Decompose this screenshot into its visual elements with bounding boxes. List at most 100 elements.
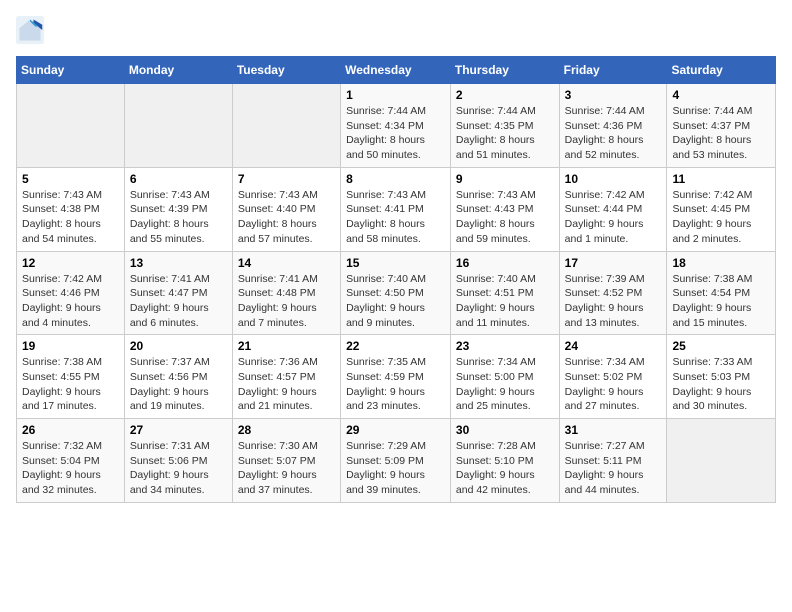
day-number: 24	[565, 339, 662, 353]
day-number: 20	[130, 339, 227, 353]
day-info: Sunrise: 7:42 AM Sunset: 4:46 PM Dayligh…	[22, 273, 102, 329]
calendar-cell: 26 Sunrise: 7:32 AM Sunset: 5:04 PM Dayli…	[17, 419, 125, 503]
day-number: 25	[672, 339, 770, 353]
day-info: Sunrise: 7:35 AM Sunset: 4:59 PM Dayligh…	[346, 356, 426, 412]
day-number: 16	[456, 256, 554, 270]
day-number: 19	[22, 339, 119, 353]
calendar-cell: 10 Sunrise: 7:42 AM Sunset: 4:44 PM Dayli…	[559, 167, 667, 251]
day-number: 17	[565, 256, 662, 270]
day-info: Sunrise: 7:38 AM Sunset: 4:55 PM Dayligh…	[22, 356, 102, 412]
day-info: Sunrise: 7:44 AM Sunset: 4:36 PM Dayligh…	[565, 105, 645, 161]
day-number: 6	[130, 172, 227, 186]
calendar-cell: 7Sunrise: 7:43 AM Sunset: 4:40 PM Daylig…	[232, 167, 340, 251]
page-header	[16, 16, 776, 44]
day-number: 28	[238, 423, 335, 437]
day-info: Sunrise: 7:42 AM Sunset: 4:44 PM Dayligh…	[565, 189, 645, 245]
day-number: 31	[565, 423, 662, 437]
calendar-week-row: 26 Sunrise: 7:32 AM Sunset: 5:04 PM Dayli…	[17, 419, 776, 503]
day-info: Sunrise: 7:34 AM Sunset: 5:02 PM Dayligh…	[565, 356, 645, 412]
day-info: Sunrise: 7:43 AM Sunset: 4:38 PM Dayligh…	[22, 189, 102, 245]
day-info: Sunrise: 7:44 AM Sunset: 4:35 PM Dayligh…	[456, 105, 536, 161]
day-info: Sunrise: 7:39 AM Sunset: 4:52 PM Dayligh…	[565, 273, 645, 329]
calendar-cell: 4 Sunrise: 7:44 AM Sunset: 4:37 PM Daylig…	[667, 84, 776, 168]
day-number: 10	[565, 172, 662, 186]
calendar-week-row: 5 Sunrise: 7:43 AM Sunset: 4:38 PM Daylig…	[17, 167, 776, 251]
weekday-header: Saturday	[667, 57, 776, 84]
day-number: 5	[22, 172, 119, 186]
weekday-header: Friday	[559, 57, 667, 84]
day-info: Sunrise: 7:28 AM Sunset: 5:10 PM Dayligh…	[456, 440, 536, 496]
day-info: Sunrise: 7:29 AM Sunset: 5:09 PM Dayligh…	[346, 440, 426, 496]
day-info: Sunrise: 7:32 AM Sunset: 5:04 PM Dayligh…	[22, 440, 102, 496]
day-number: 2	[456, 88, 554, 102]
calendar-cell: 2 Sunrise: 7:44 AM Sunset: 4:35 PM Daylig…	[450, 84, 559, 168]
weekday-header: Sunday	[17, 57, 125, 84]
calendar-cell: 21Sunrise: 7:36 AM Sunset: 4:57 PM Dayli…	[232, 335, 340, 419]
calendar-cell: 3 Sunrise: 7:44 AM Sunset: 4:36 PM Daylig…	[559, 84, 667, 168]
day-number: 26	[22, 423, 119, 437]
calendar-cell: 5 Sunrise: 7:43 AM Sunset: 4:38 PM Daylig…	[17, 167, 125, 251]
day-info: Sunrise: 7:43 AM Sunset: 4:40 PM Dayligh…	[238, 189, 318, 245]
calendar-cell: 13Sunrise: 7:41 AM Sunset: 4:47 PM Dayli…	[124, 251, 232, 335]
day-info: Sunrise: 7:44 AM Sunset: 4:34 PM Dayligh…	[346, 105, 426, 161]
day-info: Sunrise: 7:43 AM Sunset: 4:41 PM Dayligh…	[346, 189, 426, 245]
calendar-week-row: 19 Sunrise: 7:38 AM Sunset: 4:55 PM Dayli…	[17, 335, 776, 419]
day-number: 30	[456, 423, 554, 437]
calendar-cell: 24 Sunrise: 7:34 AM Sunset: 5:02 PM Dayli…	[559, 335, 667, 419]
calendar-cell: 27 Sunrise: 7:31 AM Sunset: 5:06 PM Dayli…	[124, 419, 232, 503]
calendar-cell: 22Sunrise: 7:35 AM Sunset: 4:59 PM Dayli…	[341, 335, 451, 419]
calendar-cell	[124, 84, 232, 168]
day-info: Sunrise: 7:40 AM Sunset: 4:51 PM Dayligh…	[456, 273, 536, 329]
weekday-header: Monday	[124, 57, 232, 84]
calendar-table: SundayMondayTuesdayWednesdayThursdayFrid…	[16, 56, 776, 503]
calendar-cell: 9 Sunrise: 7:43 AM Sunset: 4:43 PM Daylig…	[450, 167, 559, 251]
calendar-cell: 15 Sunrise: 7:40 AM Sunset: 4:50 PM Dayli…	[341, 251, 451, 335]
calendar-week-row: 12 Sunrise: 7:42 AM Sunset: 4:46 PM Dayli…	[17, 251, 776, 335]
day-info: Sunrise: 7:38 AM Sunset: 4:54 PM Dayligh…	[672, 273, 752, 329]
day-info: Sunrise: 7:27 AM Sunset: 5:11 PM Dayligh…	[565, 440, 645, 496]
weekday-header: Wednesday	[341, 57, 451, 84]
day-info: Sunrise: 7:40 AM Sunset: 4:50 PM Dayligh…	[346, 273, 426, 329]
day-number: 29	[346, 423, 445, 437]
calendar-cell	[232, 84, 340, 168]
day-info: Sunrise: 7:34 AM Sunset: 5:00 PM Dayligh…	[456, 356, 536, 412]
calendar-week-row: 1 Sunrise: 7:44 AM Sunset: 4:34 PM Daylig…	[17, 84, 776, 168]
calendar-cell: 30 Sunrise: 7:28 AM Sunset: 5:10 PM Dayli…	[450, 419, 559, 503]
day-number: 1	[346, 88, 445, 102]
calendar-cell	[667, 419, 776, 503]
day-number: 18	[672, 256, 770, 270]
weekday-header: Tuesday	[232, 57, 340, 84]
calendar-cell: 31 Sunrise: 7:27 AM Sunset: 5:11 PM Dayli…	[559, 419, 667, 503]
day-info: Sunrise: 7:43 AM Sunset: 4:43 PM Dayligh…	[456, 189, 536, 245]
logo	[16, 16, 48, 44]
day-info: Sunrise: 7:41 AM Sunset: 4:48 PM Dayligh…	[238, 273, 318, 329]
day-number: 14	[238, 256, 335, 270]
day-number: 3	[565, 88, 662, 102]
calendar-cell: 6Sunrise: 7:43 AM Sunset: 4:39 PM Daylig…	[124, 167, 232, 251]
calendar-cell	[17, 84, 125, 168]
day-number: 27	[130, 423, 227, 437]
logo-icon	[16, 16, 44, 44]
calendar-cell: 25Sunrise: 7:33 AM Sunset: 5:03 PM Dayli…	[667, 335, 776, 419]
calendar-cell: 1 Sunrise: 7:44 AM Sunset: 4:34 PM Daylig…	[341, 84, 451, 168]
calendar-cell: 28 Sunrise: 7:30 AM Sunset: 5:07 PM Dayli…	[232, 419, 340, 503]
calendar-cell: 11Sunrise: 7:42 AM Sunset: 4:45 PM Dayli…	[667, 167, 776, 251]
calendar-cell: 19 Sunrise: 7:38 AM Sunset: 4:55 PM Dayli…	[17, 335, 125, 419]
calendar-cell: 18 Sunrise: 7:38 AM Sunset: 4:54 PM Dayli…	[667, 251, 776, 335]
weekday-header: Thursday	[450, 57, 559, 84]
day-info: Sunrise: 7:42 AM Sunset: 4:45 PM Dayligh…	[672, 189, 752, 245]
day-info: Sunrise: 7:30 AM Sunset: 5:07 PM Dayligh…	[238, 440, 318, 496]
calendar-cell: 17 Sunrise: 7:39 AM Sunset: 4:52 PM Dayli…	[559, 251, 667, 335]
day-number: 23	[456, 339, 554, 353]
day-number: 15	[346, 256, 445, 270]
day-info: Sunrise: 7:31 AM Sunset: 5:06 PM Dayligh…	[130, 440, 210, 496]
day-number: 9	[456, 172, 554, 186]
day-number: 12	[22, 256, 119, 270]
calendar-cell: 20Sunrise: 7:37 AM Sunset: 4:56 PM Dayli…	[124, 335, 232, 419]
calendar-cell: 14 Sunrise: 7:41 AM Sunset: 4:48 PM Dayli…	[232, 251, 340, 335]
calendar-cell: 8Sunrise: 7:43 AM Sunset: 4:41 PM Daylig…	[341, 167, 451, 251]
day-number: 4	[672, 88, 770, 102]
calendar-cell: 16 Sunrise: 7:40 AM Sunset: 4:51 PM Dayli…	[450, 251, 559, 335]
calendar-cell: 29 Sunrise: 7:29 AM Sunset: 5:09 PM Dayli…	[341, 419, 451, 503]
day-info: Sunrise: 7:44 AM Sunset: 4:37 PM Dayligh…	[672, 105, 752, 161]
